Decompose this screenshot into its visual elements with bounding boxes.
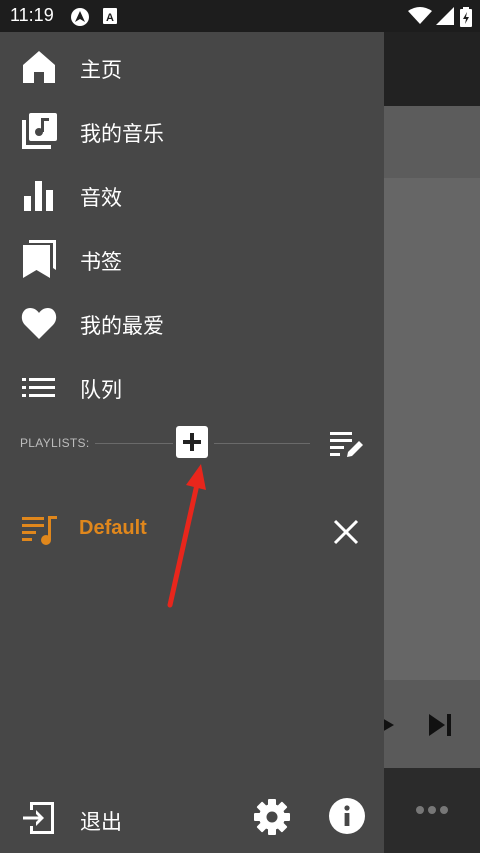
menu-item-label: 音效	[80, 186, 122, 210]
menu-item-queue[interactable]: 队列	[0, 354, 384, 418]
exit-icon	[23, 802, 54, 834]
menu-item-favorites[interactable]: 我的最爱	[0, 290, 384, 354]
playlist-name: Default	[79, 517, 147, 539]
close-icon[interactable]	[330, 516, 362, 548]
status-time: 11:19	[10, 5, 54, 25]
menu-item-label: 我的音乐	[80, 122, 164, 146]
menu-item-bookmarks[interactable]: 书签	[0, 226, 384, 290]
menu-item-my-music[interactable]: 我的音乐	[0, 98, 384, 162]
add-playlist-button[interactable]	[176, 426, 208, 458]
exit-label: 退出	[80, 810, 122, 834]
divider	[214, 443, 310, 444]
menu-item-home[interactable]: 主页	[0, 34, 384, 98]
playlist-item-default[interactable]: Default	[0, 502, 384, 562]
edit-playlists-icon[interactable]	[328, 428, 366, 460]
android-auto-icon	[71, 8, 89, 26]
info-icon[interactable]	[328, 797, 366, 835]
playlist-icon	[22, 516, 57, 545]
svg-text:A: A	[106, 12, 114, 24]
wifi-icon	[408, 7, 432, 24]
menu-item-sound-effects[interactable]: 音效	[0, 162, 384, 226]
more-options-icon[interactable]	[414, 800, 450, 820]
drawer-footer: 退出	[0, 792, 384, 853]
skip-next-icon[interactable]	[424, 708, 458, 742]
a-badge-icon: A	[103, 8, 117, 24]
playlists-header: PLAYLISTS:	[0, 422, 384, 466]
menu-item-label: 我的最爱	[80, 314, 164, 338]
divider	[95, 443, 173, 444]
battery-icon	[460, 7, 472, 27]
playlists-label: PLAYLISTS:	[20, 436, 90, 450]
home-icon	[23, 51, 55, 83]
equalizer-icon	[24, 181, 53, 211]
music-library-icon	[22, 113, 57, 149]
bookmark-icon	[23, 240, 56, 278]
queue-list-icon	[22, 378, 55, 397]
navigation-drawer: 主页 我的音乐 音效 书签 我的最爱 队列 PLAYLISTS: Default…	[0, 32, 384, 853]
heart-icon	[21, 308, 57, 339]
gear-icon[interactable]	[252, 797, 292, 837]
menu-item-label: 队列	[80, 378, 122, 402]
plus-icon	[183, 433, 201, 451]
menu-item-label: 书签	[80, 250, 122, 274]
status-bar: 11:19 A	[0, 0, 480, 32]
signal-icon	[436, 7, 454, 25]
menu-item-label: 主页	[80, 58, 122, 82]
